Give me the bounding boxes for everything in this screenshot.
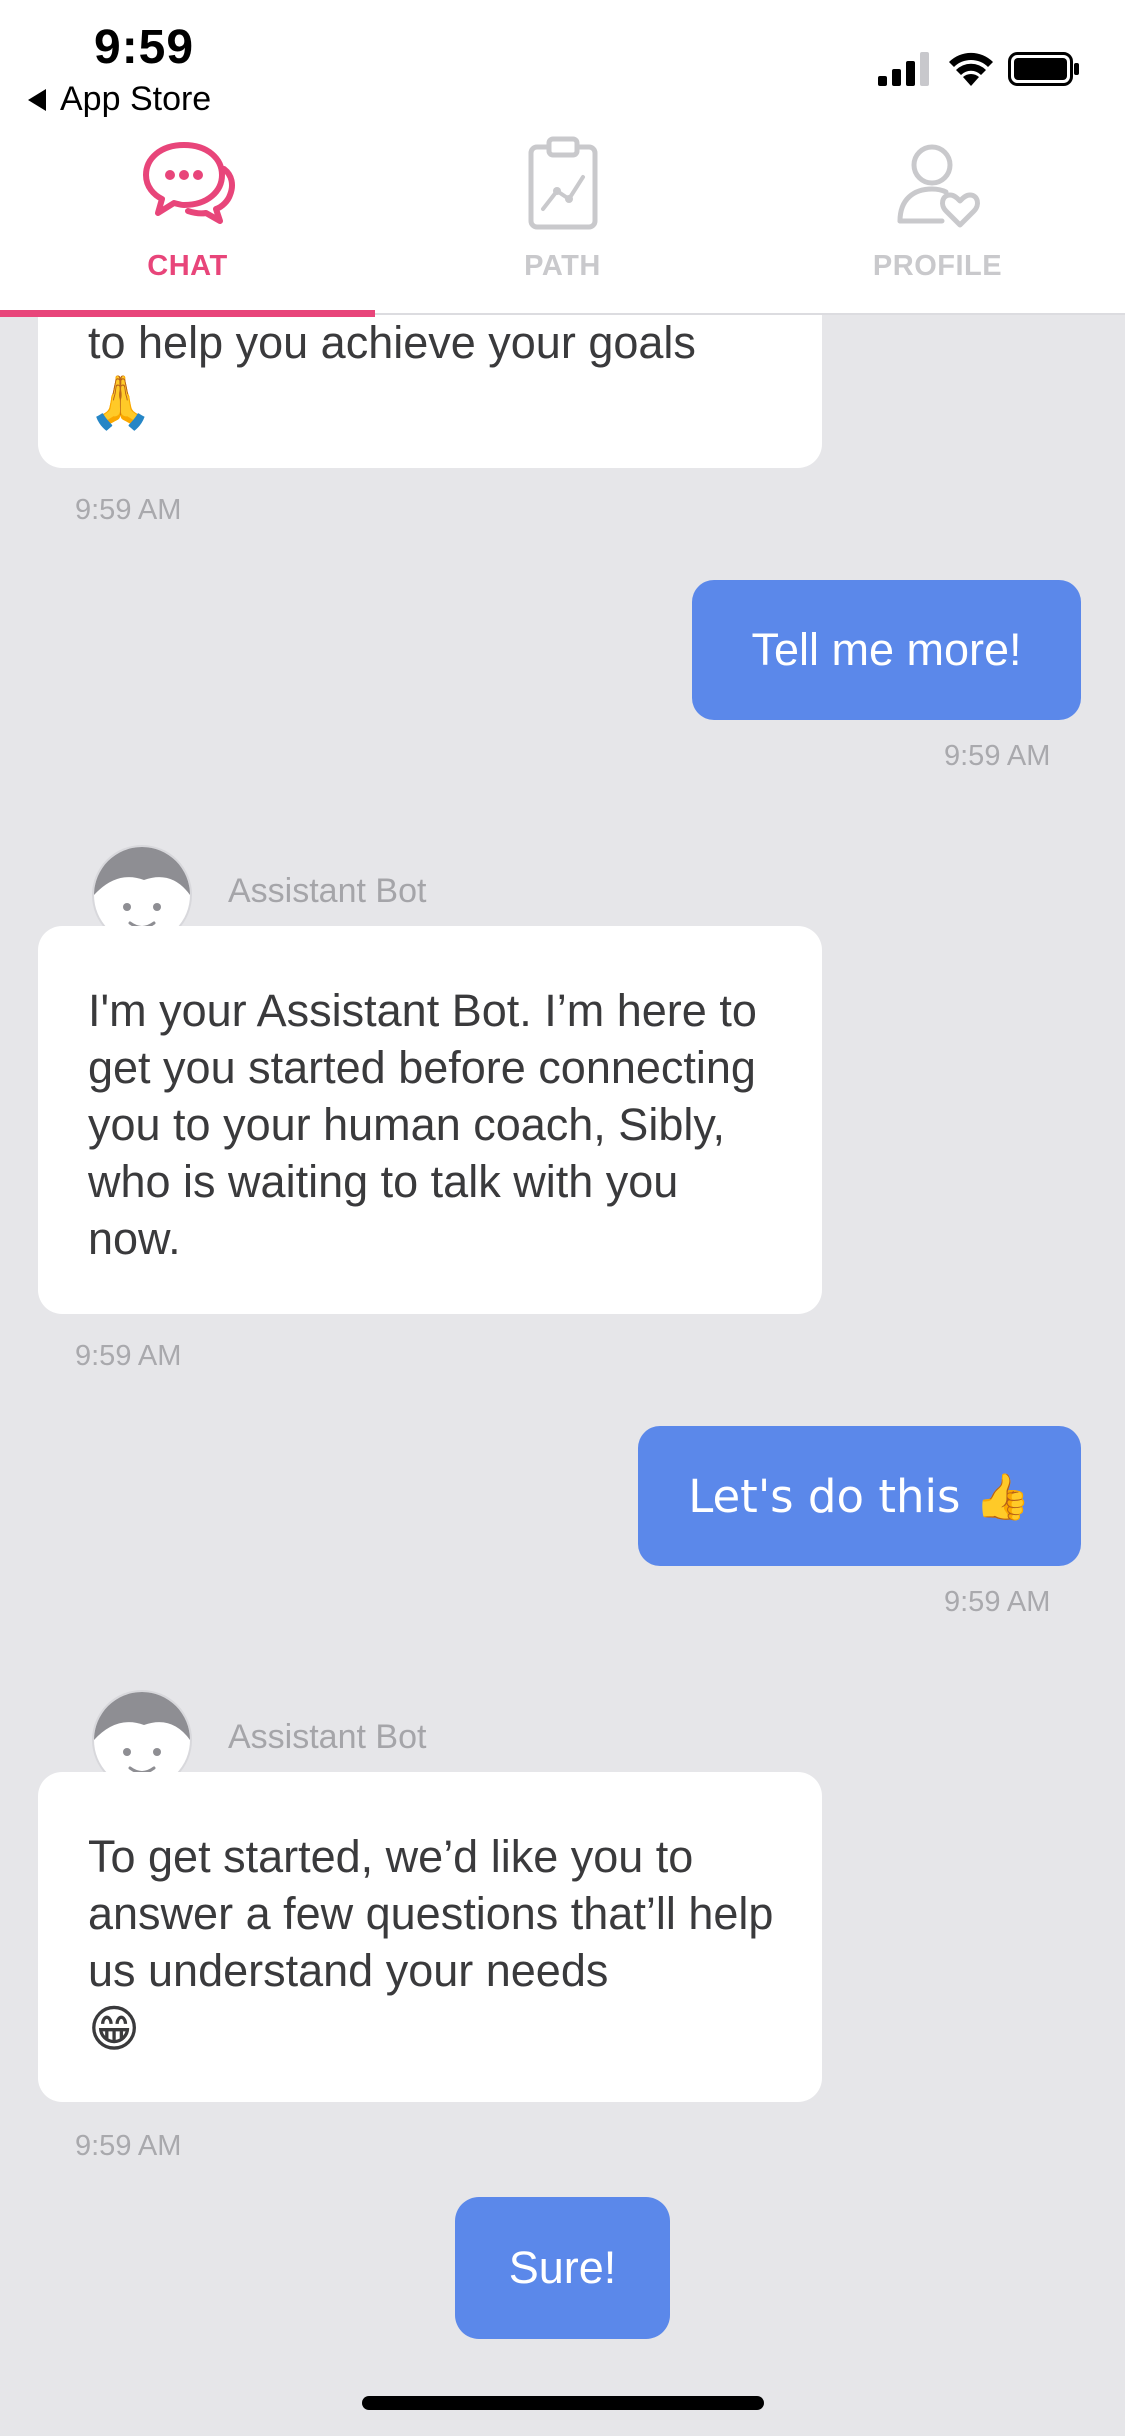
grinning-emoji: 😁: [88, 2000, 141, 2058]
clipboard-chart-icon: [528, 136, 597, 230]
active-tab-indicator: [0, 310, 375, 317]
message-timestamp: 9:59 AM: [75, 494, 182, 526]
message-text: To get started, we’d like you to answer …: [88, 1831, 774, 1996]
battery-icon: [1008, 52, 1079, 86]
message-text: to help you achieve your goals: [88, 317, 696, 368]
tab-label: CHAT: [147, 250, 228, 282]
top-tab-bar: CHAT PATH PROFILE: [0, 130, 1125, 317]
bot-sender-name: Assistant Bot: [228, 872, 427, 910]
back-label: App Store: [60, 80, 212, 118]
signal-icon: [878, 52, 929, 86]
bot-sender-name: Assistant Bot: [228, 1718, 427, 1756]
message-timestamp: 9:59 AM: [944, 1586, 1051, 1618]
message-timestamp: 9:59 AM: [75, 1340, 182, 1372]
status-bar: 9:59 App Store: [0, 0, 1125, 130]
user-message-bubble: Tell me more!: [692, 580, 1081, 720]
tab-path[interactable]: PATH: [375, 130, 750, 315]
user-message-bubble: Let's do this 👍: [638, 1426, 1081, 1566]
message-timestamp: 9:59 AM: [75, 2130, 182, 2162]
chat-bubble-icon: [142, 142, 235, 224]
tab-chat[interactable]: CHAT: [0, 130, 375, 317]
chat-screen: to help you achieve your goals 🙏 9:59 AM…: [0, 0, 1125, 2436]
message-timestamp: 9:59 AM: [944, 740, 1051, 772]
back-to-app-store-link[interactable]: App Store: [28, 80, 211, 119]
tab-profile[interactable]: PROFILE: [750, 130, 1125, 315]
quick-reply-label: Sure!: [508, 2242, 617, 2293]
bot-message-bubble: To get started, we’d like you to answer …: [38, 1772, 822, 2102]
status-time: 9:59: [94, 21, 195, 74]
quick-reply-sure-button[interactable]: Sure!: [455, 2197, 670, 2339]
tab-label: PATH: [524, 250, 601, 282]
back-arrow-icon: [28, 88, 46, 111]
user-heart-icon: [897, 144, 980, 228]
message-text: I'm your Assistant Bot. I’m here to get …: [88, 985, 757, 1264]
home-indicator[interactable]: [362, 2396, 764, 2410]
tab-label: PROFILE: [872, 250, 1003, 282]
message-text: Let's do this 👍: [688, 1469, 1031, 1523]
message-text: Tell me more!: [751, 624, 1022, 675]
bot-message-bubble: I'm your Assistant Bot. I’m here to get …: [38, 926, 822, 1314]
praying-hands-emoji: 🙏: [88, 373, 153, 433]
wifi-icon: [949, 52, 993, 86]
